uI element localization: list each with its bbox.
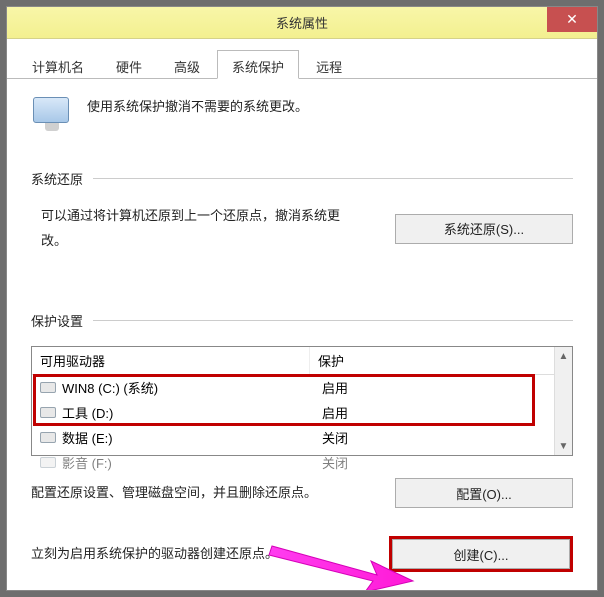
divider xyxy=(93,320,573,321)
restore-desc: 可以通过将计算机还原到上一个还原点，撤消系统更改。 xyxy=(31,204,361,253)
col-header-drive: 可用驱动器 xyxy=(32,347,310,374)
tabstrip: 计算机名 硬件 高级 系统保护 远程 xyxy=(7,39,597,79)
divider xyxy=(93,178,573,179)
intro-text: 使用系统保护撤消不需要的系统更改。 xyxy=(87,93,308,118)
configure-desc: 配置还原设置、管理磁盘空间，并且删除还原点。 xyxy=(31,481,317,506)
drive-row[interactable]: 影音 (F:) 关闭 xyxy=(32,450,572,475)
drive-list: 可用驱动器 保护 WIN8 (C:) (系统) 启用 工具 (D:) 启用 数据… xyxy=(31,346,573,456)
restore-row: 可以通过将计算机还原到上一个还原点，撤消系统更改。 系统还原(S)... xyxy=(31,204,573,253)
create-button[interactable]: 创建(C)... xyxy=(392,539,570,569)
drive-row[interactable]: 工具 (D:) 启用 xyxy=(32,400,572,425)
scrollbar[interactable]: ▲ ▼ xyxy=(554,347,572,455)
close-button[interactable]: ✕ xyxy=(547,7,597,32)
titlebar: 系统属性 ✕ xyxy=(7,7,597,39)
scroll-down-icon[interactable]: ▼ xyxy=(555,437,572,455)
drive-protection: 关闭 xyxy=(322,428,564,447)
section-settings-title: 保护设置 xyxy=(31,311,83,330)
window-title: 系统属性 xyxy=(276,13,328,32)
close-icon: ✕ xyxy=(566,11,578,28)
system-restore-button[interactable]: 系统还原(S)... xyxy=(395,214,573,244)
drive-icon xyxy=(40,457,56,468)
tab-remote[interactable]: 远程 xyxy=(301,50,357,79)
col-header-protection: 保护 xyxy=(310,347,572,374)
drive-name: 影音 (F:) xyxy=(62,453,322,472)
content-area: 使用系统保护撤消不需要的系统更改。 系统还原 可以通过将计算机还原到上一个还原点… xyxy=(7,79,597,591)
drive-protection: 启用 xyxy=(322,403,564,422)
drive-list-header: 可用驱动器 保护 xyxy=(32,347,572,375)
drive-row[interactable]: WIN8 (C:) (系统) 启用 xyxy=(32,375,572,400)
drive-icon xyxy=(40,432,56,443)
configure-button[interactable]: 配置(O)... xyxy=(395,478,573,508)
section-restore-title: 系统还原 xyxy=(31,169,83,188)
create-row: 立刻为启用系统保护的驱动器创建还原点。 创建(C)... xyxy=(31,536,573,572)
drive-name: 数据 (E:) xyxy=(62,428,322,447)
window: 系统属性 ✕ 计算机名 硬件 高级 系统保护 远程 使用系统保护撤消不需要的系统… xyxy=(6,6,598,591)
drive-name: WIN8 (C:) (系统) xyxy=(62,378,322,397)
drive-row[interactable]: 数据 (E:) 关闭 xyxy=(32,425,572,450)
drive-protection: 关闭 xyxy=(322,453,564,472)
intro-row: 使用系统保护撤消不需要的系统更改。 xyxy=(31,93,573,135)
drive-icon xyxy=(40,407,56,418)
tab-computer-name[interactable]: 计算机名 xyxy=(17,50,99,79)
configure-row: 配置还原设置、管理磁盘空间，并且删除还原点。 配置(O)... xyxy=(31,478,573,508)
section-restore-header: 系统还原 xyxy=(31,169,573,188)
tab-system-protection[interactable]: 系统保护 xyxy=(217,50,299,79)
system-protection-icon xyxy=(31,93,73,135)
drive-protection: 启用 xyxy=(322,378,564,397)
tab-advanced[interactable]: 高级 xyxy=(159,50,215,79)
create-desc: 立刻为启用系统保护的驱动器创建还原点。 xyxy=(31,542,278,567)
tab-hardware[interactable]: 硬件 xyxy=(101,50,157,79)
scroll-up-icon[interactable]: ▲ xyxy=(555,347,572,365)
highlight-annotation: 创建(C)... xyxy=(389,536,573,572)
drive-list-body: WIN8 (C:) (系统) 启用 工具 (D:) 启用 数据 (E:) 关闭 … xyxy=(32,375,572,475)
section-settings-header: 保护设置 xyxy=(31,311,573,330)
drive-name: 工具 (D:) xyxy=(62,403,322,422)
drive-icon xyxy=(40,382,56,393)
